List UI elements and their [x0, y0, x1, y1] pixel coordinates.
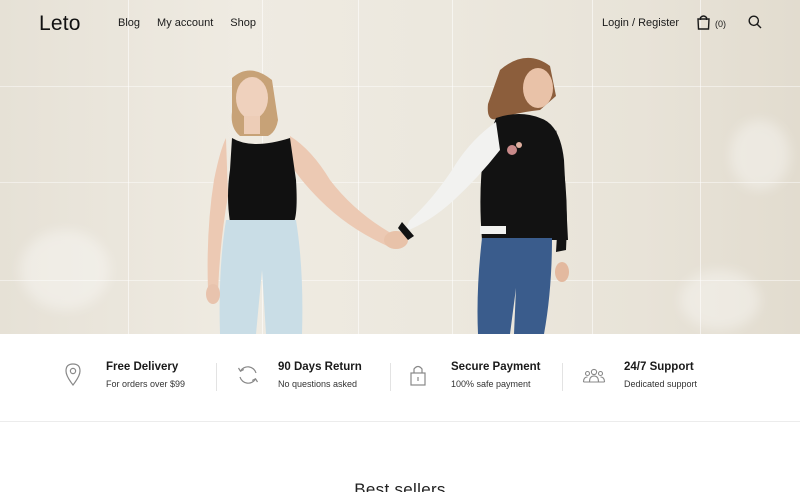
feature-title: Secure Payment: [451, 361, 541, 373]
feature-free-delivery: Free Delivery For orders over $99: [62, 361, 212, 395]
map-pin-icon: [65, 363, 81, 386]
lock-icon: [410, 365, 426, 386]
woman-right-figure: [398, 57, 569, 334]
hero-photo: [206, 57, 569, 334]
nav-blog[interactable]: Blog: [118, 17, 140, 29]
main-nav: Blog My account Shop: [118, 17, 273, 29]
nav-my-account[interactable]: My account: [157, 17, 213, 29]
feature-title: 90 Days Return: [278, 361, 362, 373]
feature-90-days-return: 90 Days Return No questions asked: [236, 361, 386, 395]
team-icon: [582, 368, 606, 383]
feature-subtitle: 100% safe payment: [451, 379, 531, 389]
cart-button[interactable]: (0): [696, 14, 726, 30]
nav-shop[interactable]: Shop: [230, 17, 256, 29]
woman-left-figure: [206, 70, 396, 334]
shopping-bag-icon: [697, 15, 710, 30]
feature-divider: [216, 363, 217, 391]
hero-banner: [0, 0, 800, 334]
site-header: Leto Blog My account Shop Login / Regist…: [0, 0, 800, 48]
feature-subtitle: Dedicated support: [624, 379, 698, 389]
features-bar: Free Delivery For orders over $99 90 Day…: [0, 334, 800, 422]
refresh-icon: [237, 366, 259, 384]
site-logo[interactable]: Leto: [39, 12, 81, 36]
feature-title: 24/7 Support: [624, 361, 694, 373]
search-button[interactable]: [748, 15, 762, 34]
feature-secure-payment: Secure Payment 100% safe payment: [408, 361, 558, 395]
cart-count: (0): [715, 19, 726, 29]
feature-24-7-support: 24/7 Support Dedicated support: [582, 361, 732, 395]
feature-title: Free Delivery: [106, 361, 179, 373]
feature-divider: [562, 363, 563, 391]
feature-subtitle: For orders over $99: [106, 379, 186, 389]
feature-subtitle: No questions asked: [278, 379, 358, 389]
best-sellers-heading: Best sellers: [354, 480, 446, 492]
login-register-link[interactable]: Login / Register: [602, 17, 679, 29]
feature-divider: [390, 363, 391, 391]
search-icon: [748, 15, 762, 29]
